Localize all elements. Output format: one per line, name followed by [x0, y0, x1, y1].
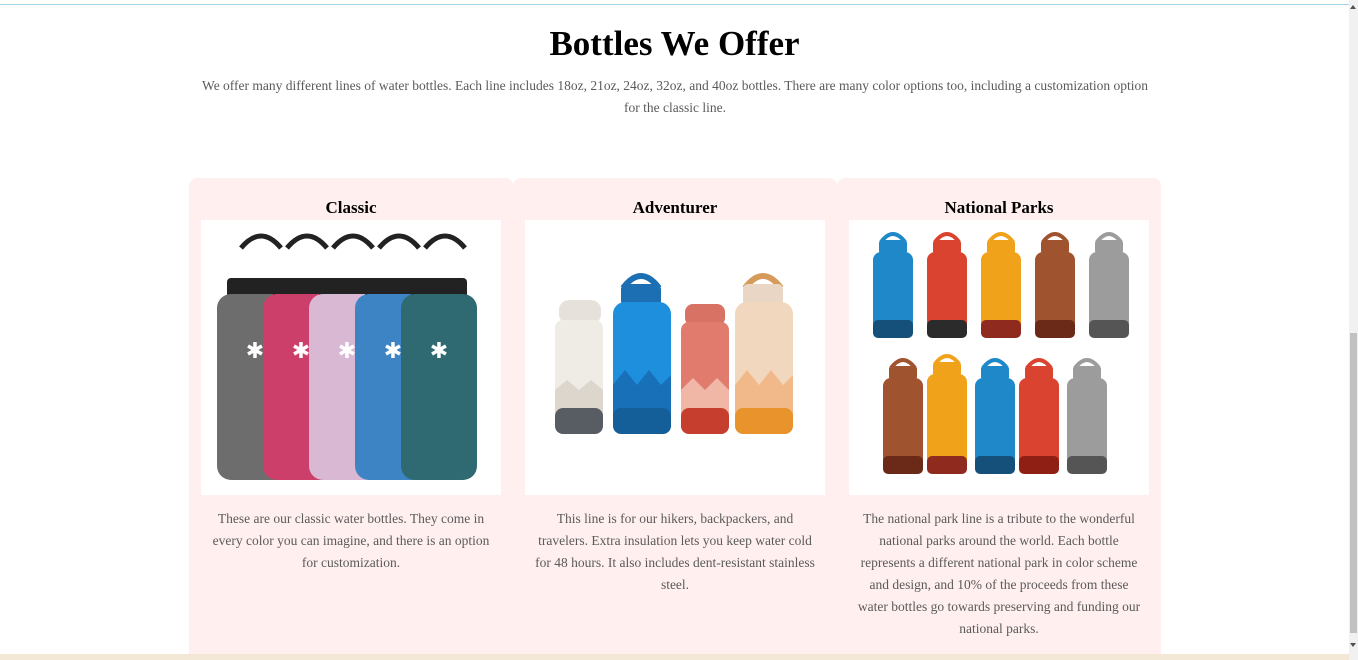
scroll-up-arrow-icon[interactable]: [1350, 5, 1356, 9]
bottle-cream: [735, 273, 793, 434]
scroll-down-arrow-icon[interactable]: [1350, 643, 1356, 647]
card-title: Adventurer: [632, 198, 718, 217]
bottle-teal: ✱: [401, 233, 477, 480]
bottle-sky-blue: [613, 273, 671, 434]
card-description: The national park line is a tribute to t…: [857, 511, 1141, 636]
card-title: National Parks: [944, 198, 1054, 217]
next-section-edge: [0, 654, 1349, 660]
svg-text:✱: ✱: [292, 339, 310, 364]
section-intro: We offer many different lines of water b…: [202, 78, 1148, 115]
card-description: This line is for our hikers, backpackers…: [535, 511, 815, 592]
park-bottle-5: [1089, 232, 1129, 338]
bottle-coral: [681, 304, 729, 434]
vertical-scrollbar[interactable]: [1349, 0, 1358, 660]
svg-text:✱: ✱: [246, 339, 264, 364]
park-bottle-1: [873, 232, 913, 338]
card-classic: Classic ✱ ✱ ✱ ✱ ✱ These are our classic …: [189, 178, 513, 660]
top-border: [0, 4, 1349, 5]
svg-text:✱: ✱: [338, 339, 356, 364]
bottles-national-parks-image: [849, 220, 1149, 495]
bottles-classic-image: ✱ ✱ ✱ ✱ ✱: [201, 220, 501, 495]
svg-text:✱: ✱: [384, 339, 402, 364]
park-bottle-2: [927, 232, 967, 338]
svg-text:✱: ✱: [430, 339, 448, 364]
bottle-white: [555, 300, 603, 434]
bottles-adventurer-image: [525, 220, 825, 495]
scrollbar-thumb[interactable]: [1350, 333, 1357, 633]
card-description: These are our classic water bottles. The…: [212, 511, 490, 570]
park-bottle-4: [1035, 232, 1075, 338]
park-bottle-7: [927, 354, 967, 474]
park-bottle-10: [1067, 358, 1107, 474]
park-bottle-3: [981, 232, 1021, 338]
bottle-lines: Classic ✱ ✱ ✱ ✱ ✱ These are our classic …: [189, 178, 1161, 660]
park-bottle-6: [883, 358, 923, 474]
card-adventurer: Adventurer This line is for our hikers, …: [513, 178, 837, 660]
card-title: Classic: [325, 198, 377, 217]
park-bottle-8: [975, 358, 1015, 474]
section-title: Bottles We Offer: [549, 24, 800, 63]
card-national-parks: National Parks The national park line is…: [837, 178, 1161, 660]
park-bottle-9: [1019, 358, 1059, 474]
